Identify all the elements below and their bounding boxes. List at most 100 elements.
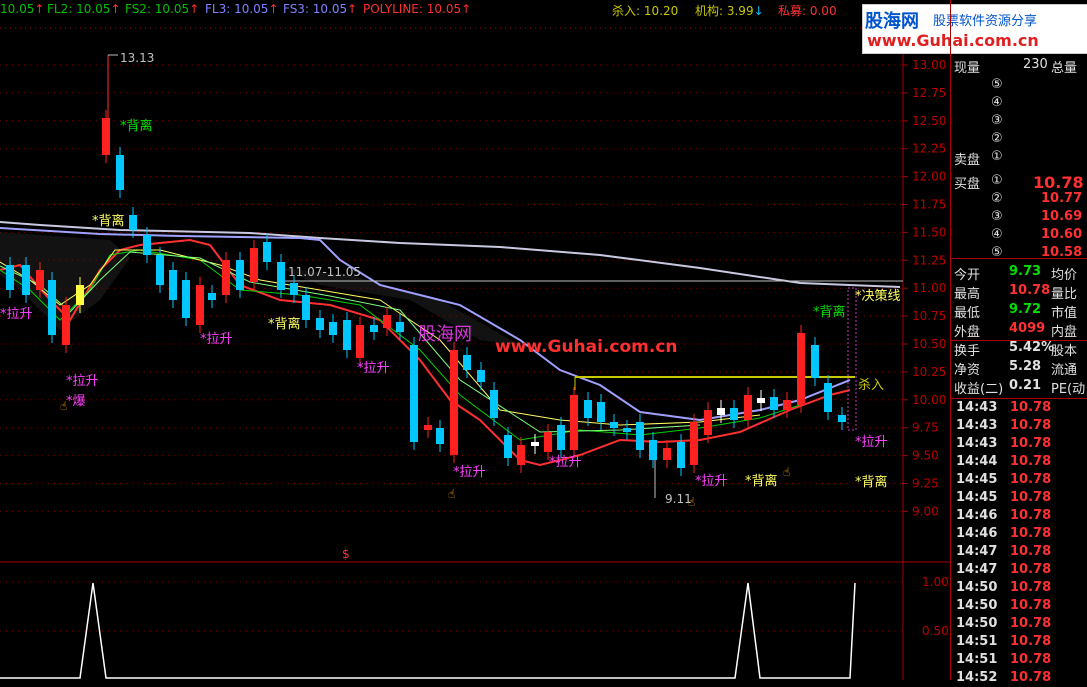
indicator-simu: 私募: 0.00 xyxy=(778,4,837,18)
stat-label-right: PE(动 xyxy=(1051,382,1086,397)
tick-price: 10.78 xyxy=(1010,472,1052,487)
buy-price: 10.77 xyxy=(1041,191,1083,206)
sell-level: ④ xyxy=(991,95,1003,110)
signal-beili: *背离 xyxy=(120,118,153,134)
buy-level: ④ xyxy=(991,227,1003,242)
stat-label-right: 内盘 xyxy=(1051,325,1078,340)
tick-time: 14:51 xyxy=(956,652,998,667)
tick-row: 14:50 10.78 xyxy=(951,597,1087,615)
price-tick-label: 9.50 xyxy=(912,449,939,463)
candle xyxy=(48,280,56,335)
candle xyxy=(156,255,164,285)
sell-row: 卖盘 ① xyxy=(951,148,1087,168)
hand-icon: ☝ xyxy=(448,487,455,501)
tick-time: 14:46 xyxy=(956,508,998,523)
tick-time: 14:52 xyxy=(956,670,998,685)
candle xyxy=(383,315,391,328)
candle xyxy=(222,260,230,295)
tick-row: 14:51 10.78 xyxy=(951,633,1087,651)
price-tick-label: 12.50 xyxy=(912,114,946,128)
tick-time: 14:50 xyxy=(956,580,998,595)
indicator-fl3: FL3: 10.05↑ xyxy=(205,2,279,16)
stat-value: 5.28 xyxy=(1009,359,1042,374)
candle xyxy=(76,285,84,305)
price-tick-label: 12.00 xyxy=(912,170,946,184)
hand-icon: ☝ xyxy=(783,465,790,479)
tick-row: 14:51 10.78 xyxy=(951,651,1087,669)
price-tick-label: 13.00 xyxy=(912,58,946,72)
candle xyxy=(182,280,190,318)
tick-time: 14:50 xyxy=(956,616,998,631)
signal-beili: *背离 xyxy=(855,474,888,490)
sub-tick-label: 0.50 xyxy=(922,624,949,638)
buy-row: ⑤ 10.58 xyxy=(951,244,1087,262)
tick-price: 10.78 xyxy=(1010,562,1052,577)
candle xyxy=(838,415,846,422)
tick-time: 14:43 xyxy=(956,418,998,433)
tick-price: 10.78 xyxy=(1010,670,1052,685)
stat-row: 换手 5.42% 股本 xyxy=(951,339,1087,359)
tick-price: 10.78 xyxy=(1010,580,1052,595)
candle xyxy=(783,400,791,410)
candle xyxy=(730,408,738,420)
tick-price: 10.78 xyxy=(1010,454,1052,469)
tick-row: 14:45 10.78 xyxy=(951,471,1087,489)
candle xyxy=(116,155,124,190)
candle xyxy=(704,410,712,435)
candle xyxy=(557,425,565,450)
stat-row: 收益(二) 0.21 PE(动 xyxy=(951,377,1087,397)
candle xyxy=(290,283,298,295)
buy-row: ④ 10.60 xyxy=(951,226,1087,244)
indicator-polyline: POLYLINE: 10.05↑ xyxy=(363,2,472,16)
signal-bao: *爆 xyxy=(66,394,86,409)
panel-divider xyxy=(951,258,1087,259)
tick-row: 14:52 10.78 xyxy=(951,669,1087,687)
sell-level: ⑤ xyxy=(991,77,1003,92)
indicator-fs2: FS2: 10.05↑ xyxy=(125,2,200,16)
candle xyxy=(531,442,539,446)
signal-lasheng: *拉升 xyxy=(695,474,728,489)
candle xyxy=(169,270,177,300)
candle xyxy=(424,425,432,430)
candle xyxy=(36,270,44,290)
signal-lasheng: *拉升 xyxy=(549,455,582,470)
stat-label: 收益(二) xyxy=(954,382,1004,397)
sell-row: ⑤ xyxy=(951,76,1087,94)
price-tick-label: 10.50 xyxy=(912,337,946,351)
candle xyxy=(663,448,671,460)
tick-price: 10.78 xyxy=(1010,598,1052,613)
candle xyxy=(329,322,337,335)
hand-icon: ☝ xyxy=(688,495,695,509)
candle xyxy=(436,428,444,444)
buy-level: ③ xyxy=(991,209,1003,224)
watermark-cn: 股海网 xyxy=(418,324,472,345)
stat-label-right: 量比 xyxy=(1051,287,1078,302)
candle xyxy=(250,248,258,282)
buy-price: 10.60 xyxy=(1041,227,1083,242)
tick-time: 14:47 xyxy=(956,562,998,577)
tick-row: 14:50 10.78 xyxy=(951,579,1087,597)
candle xyxy=(129,215,137,230)
label-sell: 卖盘 xyxy=(954,153,981,168)
candle xyxy=(490,390,498,418)
candle xyxy=(690,422,698,465)
tick-time: 14:51 xyxy=(956,634,998,649)
stat-value: 9.73 xyxy=(1009,264,1042,279)
candle xyxy=(757,398,765,403)
tick-price: 10.78 xyxy=(1010,652,1052,667)
tick-price: 10.78 xyxy=(1010,526,1052,541)
stat-label: 外盘 xyxy=(954,325,981,340)
candle xyxy=(623,428,631,432)
tick-row: 14:43 10.78 xyxy=(951,435,1087,453)
tick-price: 10.78 xyxy=(1010,490,1052,505)
label-xianliang: 现量 xyxy=(954,61,981,76)
tick-row: 14:47 10.78 xyxy=(951,543,1087,561)
candle xyxy=(677,442,685,468)
candle xyxy=(102,118,110,155)
candle xyxy=(6,265,14,290)
buy-level: ① xyxy=(991,173,1003,188)
tick-time: 14:44 xyxy=(956,454,998,469)
candle xyxy=(584,400,592,418)
stat-row: 今开 9.73 均价 xyxy=(951,263,1087,283)
kline-chart[interactable]: 13.00 12.75 12.50 12.25 12.00 11.75 11.50 11.25… xyxy=(0,20,950,680)
